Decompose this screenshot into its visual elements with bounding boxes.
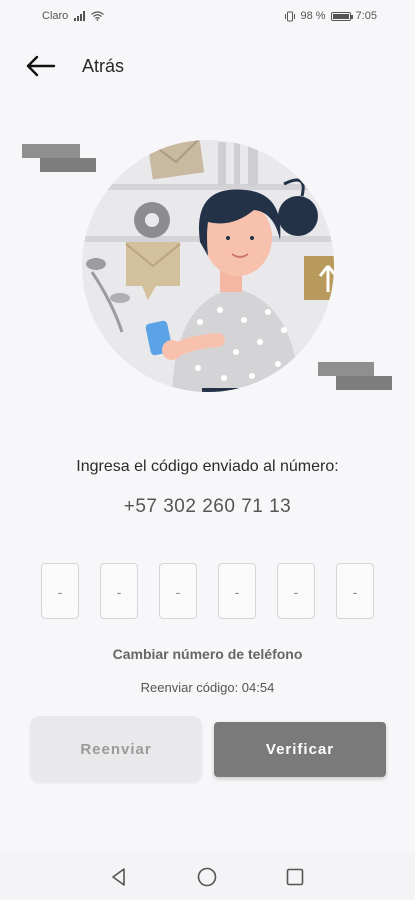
code-digit-2[interactable]: - bbox=[100, 563, 138, 619]
home-circle-icon bbox=[197, 867, 217, 887]
back-button[interactable] bbox=[24, 50, 60, 82]
top-bar: Atrás bbox=[0, 44, 415, 88]
signal-icon bbox=[74, 11, 86, 21]
carrier-label: Claro bbox=[42, 10, 69, 22]
verification-illustration bbox=[22, 132, 394, 404]
arrow-left-icon bbox=[26, 55, 56, 77]
nav-recents-button[interactable] bbox=[284, 866, 306, 888]
code-input-row: - - - - - - bbox=[41, 563, 376, 621]
system-nav-bar bbox=[0, 852, 415, 900]
back-label[interactable]: Atrás bbox=[82, 56, 124, 77]
woman-with-phone-illustration bbox=[22, 140, 392, 392]
nav-back-button[interactable] bbox=[108, 866, 130, 888]
code-digit-6[interactable]: - bbox=[336, 563, 374, 619]
resend-countdown: Reenviar código: 04:54 bbox=[140, 680, 275, 695]
status-left: Claro bbox=[42, 10, 105, 22]
wifi-icon bbox=[91, 11, 105, 21]
vibrate-icon bbox=[284, 11, 295, 21]
verify-button[interactable]: Verificar bbox=[214, 722, 386, 777]
nav-home-button[interactable] bbox=[196, 866, 218, 888]
code-digit-3[interactable]: - bbox=[159, 563, 197, 619]
battery-percent: 98 % bbox=[300, 10, 326, 22]
clock-time: 7:05 bbox=[355, 10, 377, 22]
code-digit-5[interactable]: - bbox=[277, 563, 315, 619]
change-number-link[interactable]: Cambiar número de teléfono bbox=[0, 646, 415, 662]
recents-square-icon bbox=[286, 868, 304, 886]
phone-number: +57 302 260 71 13 bbox=[123, 496, 292, 517]
battery-icon bbox=[330, 11, 353, 21]
verification-prompt: Ingresa el código enviado al número: bbox=[76, 458, 339, 475]
code-digit-1[interactable]: - bbox=[41, 563, 79, 619]
back-triangle-icon bbox=[112, 868, 125, 886]
status-bar: Claro 98 % 7:05 bbox=[0, 0, 415, 34]
code-digit-4[interactable]: - bbox=[218, 563, 256, 619]
status-right: 98 % 7:05 bbox=[284, 10, 377, 22]
resend-button[interactable]: Reenviar bbox=[30, 716, 202, 782]
